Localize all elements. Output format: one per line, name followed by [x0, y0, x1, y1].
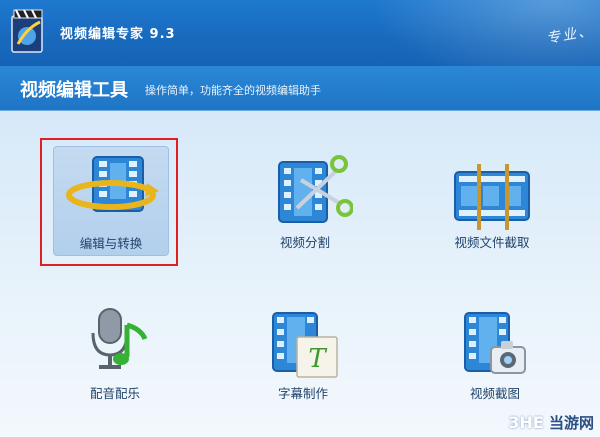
tool-label: 字幕制作	[277, 386, 328, 401]
watermark-text: 当游网	[548, 414, 594, 432]
tool-video-trim[interactable]: 视频文件截取	[432, 150, 552, 250]
section-title: 视频编辑工具	[20, 80, 128, 101]
film-scissors-icon	[278, 155, 353, 223]
tool-subtitle[interactable]: T 字幕制作	[243, 305, 363, 405]
tool-dubbing-music[interactable]: 配音配乐	[55, 305, 175, 405]
tool-label: 视频文件截取	[454, 235, 530, 250]
tool-video-split[interactable]: 视频分割	[245, 150, 365, 250]
film-camera-icon	[464, 312, 526, 374]
tool-label: 视频分割	[279, 235, 330, 250]
microphone-music-icon	[91, 308, 148, 369]
film-trim-icon	[454, 164, 530, 230]
title-bar: 视频编辑专家 9.3 专业、	[0, 0, 600, 100]
svg-text:T: T	[308, 344, 327, 374]
film-subtitle-icon: T	[272, 312, 338, 378]
section-header: 视频编辑工具 操作简单，功能齐全的视频编辑助手	[0, 66, 600, 111]
tool-video-screenshot[interactable]: 视频截图	[435, 305, 555, 405]
tool-label: 配音配乐	[89, 386, 140, 401]
watermark: 3HE 当游网	[508, 412, 594, 433]
tool-label: 视频截图	[469, 386, 520, 401]
window-title: 视频编辑专家 9.3	[60, 27, 176, 42]
section-description: 操作简单，功能齐全的视频编辑助手	[145, 84, 321, 97]
app-slogan: 专业、	[545, 22, 596, 48]
app-logo-icon	[11, 9, 43, 53]
selection-highlight-frame	[40, 138, 178, 266]
watermark-brand: 3HE	[508, 413, 544, 432]
